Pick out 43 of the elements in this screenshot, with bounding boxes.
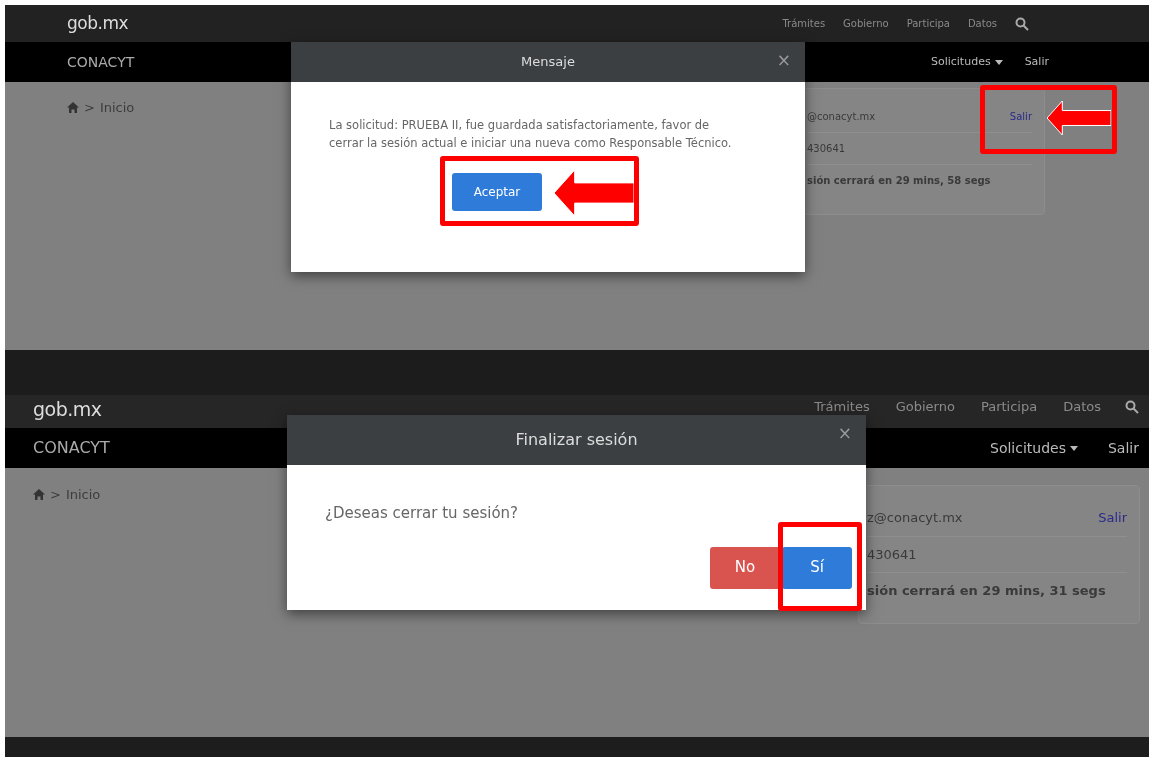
close-button[interactable]: × — [776, 48, 791, 74]
nav-link[interactable]: Datos — [967, 16, 997, 31]
nav-link[interactable]: Gobierno — [895, 400, 955, 413]
cancel-button[interactable]: No — [710, 546, 780, 589]
breadcrumb-link[interactable]: Inicio — [65, 485, 101, 505]
user-number: 430641 — [807, 142, 846, 156]
session-timer: sión cerrará en 29 mins, 31 segs — [867, 582, 1106, 600]
logout-link[interactable]: Salir — [1009, 109, 1032, 124]
confirm-button[interactable]: Sí — [782, 546, 852, 589]
user-email: z@conacyt.mx — [867, 509, 963, 527]
search-icon[interactable] — [1015, 16, 1029, 31]
user-number: 430641 — [867, 545, 917, 564]
breadcrumb-separator: > — [84, 99, 95, 117]
logout-link[interactable]: Salir — [1024, 53, 1049, 71]
search-icon[interactable] — [1125, 400, 1139, 414]
logout-link[interactable]: Salir — [1108, 437, 1139, 459]
section-title[interactable]: CONACYT — [33, 436, 110, 460]
modal-message: ¿Deseas cerrar tu sesión? — [324, 503, 520, 524]
site-logo[interactable]: gob.mx — [67, 10, 128, 37]
nav-link[interactable]: Datos — [1063, 400, 1101, 413]
caret-icon — [1070, 445, 1078, 451]
close-button[interactable]: × — [837, 421, 852, 447]
section-title[interactable]: CONACYT — [67, 51, 135, 73]
site-logo[interactable]: gob.mx — [33, 400, 102, 419]
home-icon — [67, 102, 79, 114]
nav-link[interactable]: Trámites — [814, 400, 870, 413]
session-timer: sión cerrará en 29 mins, 58 segs — [807, 174, 991, 188]
nav-link[interactable]: Trámites — [782, 16, 826, 31]
modal-title: Finalizar sesión — [515, 429, 638, 451]
modal-title: Mensaje — [521, 53, 575, 72]
nav-link[interactable]: Participa — [980, 400, 1038, 413]
caret-icon — [994, 59, 1003, 65]
confirm-button[interactable]: Aceptar — [451, 172, 543, 211]
home-icon — [33, 489, 45, 501]
breadcrumb-separator: > — [50, 486, 61, 504]
nav-link[interactable]: Gobierno — [843, 16, 889, 31]
breadcrumb-link[interactable]: Inicio — [99, 98, 135, 118]
dropdown-menu-link[interactable]: Solicitudes — [990, 437, 1078, 459]
modal-message: La solicitud: PRUEBA II, fue guardada satisfactoriamente, favor de cerrar la sesión actual e iniciar una nueva como Responsable Técnico. — [328, 117, 733, 153]
nav-link[interactable]: Participa — [906, 16, 950, 31]
user-email: @conacyt.mx — [807, 110, 876, 124]
logout-link[interactable]: Salir — [1098, 508, 1127, 528]
dropdown-menu-link[interactable]: Solicitudes — [930, 53, 1003, 71]
